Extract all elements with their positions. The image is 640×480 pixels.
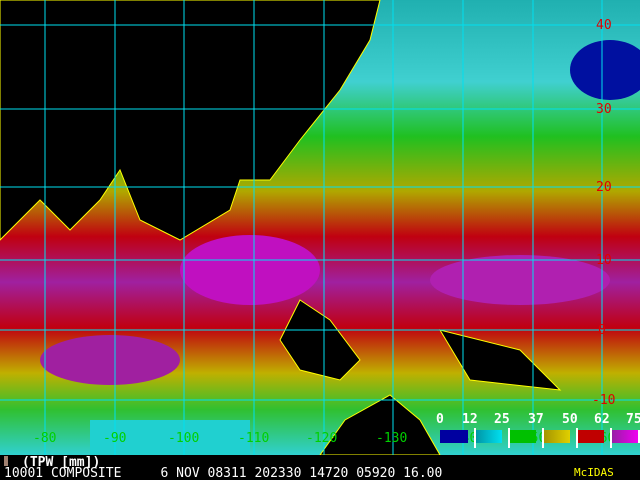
lat-label: 20 [596, 180, 612, 195]
legend-value: 37 [528, 412, 544, 427]
legend-value: 75 [626, 412, 640, 427]
legend-swatch [440, 430, 468, 443]
legend-value: 62 [594, 412, 610, 427]
legend-tick [474, 428, 482, 448]
tpw-map [0, 0, 640, 455]
lon-label: -80 [33, 431, 57, 446]
mcidas-brand: McIDAS [574, 466, 614, 479]
lon-label: -120 [306, 431, 338, 446]
legend-tick [508, 428, 516, 448]
lat-label: 30 [596, 102, 612, 117]
image-info-line: 10001 COMPOSITE 6 NOV 08311 202330 14720… [4, 466, 443, 480]
lat-label: 10 [596, 253, 612, 268]
color-legend: 0 12 25 37 50 62 75 [434, 412, 640, 470]
satellite-tpw-image: 40 30 20 10 0 -10 -80 -90 -100 -110 -120… [0, 0, 640, 480]
tpw-high-region [430, 255, 610, 305]
tpw-high-region [180, 235, 320, 305]
legend-value: 25 [494, 412, 510, 427]
legend-value: 0 [436, 412, 444, 427]
lat-label: 0 [598, 323, 606, 338]
legend-tick [576, 428, 584, 448]
frame-indicator [4, 456, 8, 466]
lon-label: -110 [238, 431, 270, 446]
lat-label: -10 [592, 393, 616, 408]
legend-tick [610, 428, 618, 448]
lat-label: 40 [596, 18, 612, 33]
legend-value: 12 [462, 412, 478, 427]
lon-label: -90 [103, 431, 127, 446]
lon-label: -100 [168, 431, 200, 446]
lon-label: -130 [376, 431, 408, 446]
legend-tick [542, 428, 550, 448]
tpw-high-region [40, 335, 180, 385]
legend-value: 50 [562, 412, 578, 427]
